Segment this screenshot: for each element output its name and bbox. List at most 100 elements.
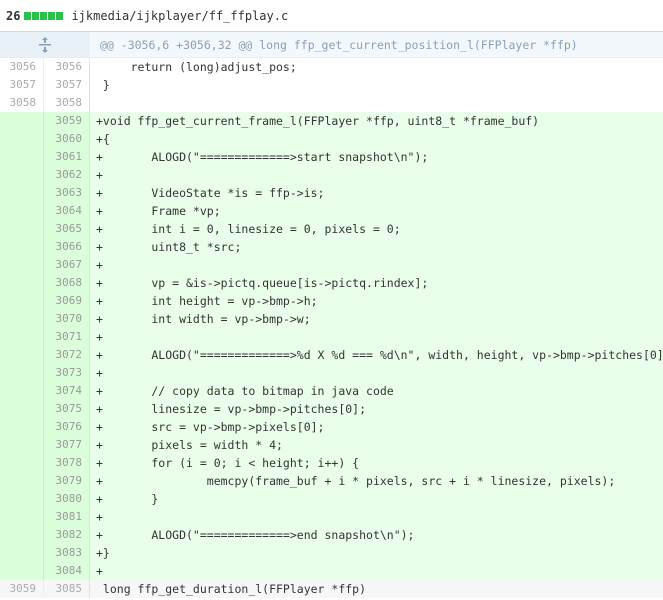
old-line-number[interactable] xyxy=(0,220,44,238)
new-line-number[interactable]: 3081 xyxy=(44,508,90,526)
old-line-number[interactable] xyxy=(0,112,44,130)
old-line-number[interactable] xyxy=(0,292,44,310)
diff-line: 3067 + xyxy=(0,256,663,274)
code-line: + uint8_t *src; xyxy=(90,238,663,256)
old-line-number[interactable] xyxy=(0,400,44,418)
new-line-number[interactable]: 3073 xyxy=(44,364,90,382)
old-line-number[interactable] xyxy=(0,256,44,274)
new-line-number[interactable]: 3070 xyxy=(44,310,90,328)
old-line-number[interactable]: 3058 xyxy=(0,94,44,112)
old-line-number[interactable] xyxy=(0,274,44,292)
new-line-number[interactable]: 3069 xyxy=(44,292,90,310)
new-line-number[interactable]: 3060 xyxy=(44,130,90,148)
diff-line: 3061 + ALOGD("=============>start snapsho… xyxy=(0,148,663,166)
diffstat-blocks xyxy=(24,11,64,20)
code-line: + // copy data to bitmap in java code xyxy=(90,382,663,400)
code-line: + src = vp->bmp->pixels[0]; xyxy=(90,418,663,436)
new-line-number[interactable]: 3074 xyxy=(44,382,90,400)
diff-line: 3078 + for (i = 0; i < height; i++) { xyxy=(0,454,663,472)
old-line-number[interactable] xyxy=(0,544,44,562)
old-line-number[interactable] xyxy=(0,562,44,580)
code-line: + ALOGD("=============>start snapshot\n"… xyxy=(90,148,663,166)
old-line-number[interactable] xyxy=(0,184,44,202)
diff-line: 3079 + memcpy(frame_buf + i * pixels, src… xyxy=(0,472,663,490)
new-line-number[interactable]: 3071 xyxy=(44,328,90,346)
new-line-number[interactable]: 3057 xyxy=(44,76,90,94)
old-line-number[interactable] xyxy=(0,436,44,454)
new-line-number[interactable]: 3064 xyxy=(44,202,90,220)
new-line-number[interactable]: 3062 xyxy=(44,166,90,184)
old-line-number[interactable] xyxy=(0,166,44,184)
new-line-number[interactable]: 3065 xyxy=(44,220,90,238)
code-line: + vp = &is->pictq.queue[is->pictq.rindex… xyxy=(90,274,663,292)
diffstat-block xyxy=(48,11,56,20)
diff-line: 3077 + pixels = width * 4; xyxy=(0,436,663,454)
new-line-number[interactable]: 3076 xyxy=(44,418,90,436)
new-line-number[interactable]: 3058 xyxy=(44,94,90,112)
new-line-number[interactable]: 3084 xyxy=(44,562,90,580)
old-line-number[interactable] xyxy=(0,310,44,328)
code-line: + xyxy=(90,166,663,184)
diff-line: 3080 + } xyxy=(0,490,663,508)
new-line-number[interactable]: 3059 xyxy=(44,112,90,130)
code-line: + pixels = width * 4; xyxy=(90,436,663,454)
code-line: + int height = vp->bmp->h; xyxy=(90,292,663,310)
new-line-number[interactable]: 3083 xyxy=(44,544,90,562)
new-line-number[interactable]: 3061 xyxy=(44,148,90,166)
new-line-number[interactable]: 3077 xyxy=(44,436,90,454)
old-line-number[interactable] xyxy=(0,382,44,400)
code-line: + xyxy=(90,256,663,274)
new-line-number[interactable]: 3068 xyxy=(44,274,90,292)
code-line: + Frame *vp; xyxy=(90,202,663,220)
diffstat-block xyxy=(56,11,64,20)
new-line-number[interactable]: 3066 xyxy=(44,238,90,256)
diff-line: 3064 + Frame *vp; xyxy=(0,202,663,220)
new-line-number[interactable]: 3067 xyxy=(44,256,90,274)
old-line-number[interactable]: 3056 xyxy=(0,58,44,76)
diff-lines: 3056 3056 return (long)adjust_pos; 3057 305… xyxy=(0,58,663,598)
code-line: + } xyxy=(90,490,663,508)
code-line: } xyxy=(96,78,110,92)
new-line-number[interactable]: 3080 xyxy=(44,490,90,508)
old-line-number[interactable] xyxy=(0,418,44,436)
old-line-number[interactable] xyxy=(0,472,44,490)
code-line: + xyxy=(90,562,663,580)
new-line-number[interactable]: 3072 xyxy=(44,346,90,364)
old-line-number[interactable] xyxy=(0,346,44,364)
new-line-number[interactable]: 3078 xyxy=(44,454,90,472)
old-line-number[interactable] xyxy=(0,328,44,346)
code-line: + memcpy(frame_buf + i * pixels, src + i… xyxy=(90,472,663,490)
code-line: +} xyxy=(90,544,663,562)
diff-line: 3065 + int i = 0, linesize = 0, pixels = … xyxy=(0,220,663,238)
diff-line: 3070 + int width = vp->bmp->w; xyxy=(0,310,663,328)
new-line-number[interactable]: 3085 xyxy=(44,580,90,598)
old-line-number[interactable] xyxy=(0,364,44,382)
old-line-number[interactable] xyxy=(0,202,44,220)
new-line-number[interactable]: 3082 xyxy=(44,526,90,544)
old-line-number[interactable] xyxy=(0,454,44,472)
diffstat-block xyxy=(40,11,48,20)
new-line-number[interactable]: 3063 xyxy=(44,184,90,202)
unfold-icon[interactable] xyxy=(0,32,90,57)
old-line-number[interactable]: 3059 xyxy=(0,580,44,598)
old-line-number[interactable] xyxy=(0,526,44,544)
code-line: + xyxy=(90,364,663,382)
old-line-number[interactable]: 3057 xyxy=(0,76,44,94)
new-line-number[interactable]: 3075 xyxy=(44,400,90,418)
diffstat-block xyxy=(32,11,40,20)
diff-line: 3076 + src = vp->bmp->pixels[0]; xyxy=(0,418,663,436)
old-line-number[interactable] xyxy=(0,148,44,166)
code-line: +void ffp_get_current_frame_l(FFPlayer *… xyxy=(90,112,663,130)
old-line-number[interactable] xyxy=(0,238,44,256)
diff-line: 3072 + ALOGD("=============>%d X %d === %… xyxy=(0,346,663,364)
file-path[interactable]: ijkmedia/ijkplayer/ff_ffplay.c xyxy=(71,9,288,23)
new-line-number[interactable]: 3079 xyxy=(44,472,90,490)
code-line: + int width = vp->bmp->w; xyxy=(90,310,663,328)
diff-line: 3058 3058 xyxy=(0,94,663,112)
old-line-number[interactable] xyxy=(0,130,44,148)
code-line: + for (i = 0; i < height; i++) { xyxy=(90,454,663,472)
code-line: +{ xyxy=(90,130,663,148)
new-line-number[interactable]: 3056 xyxy=(44,58,90,76)
old-line-number[interactable] xyxy=(0,508,44,526)
old-line-number[interactable] xyxy=(0,490,44,508)
